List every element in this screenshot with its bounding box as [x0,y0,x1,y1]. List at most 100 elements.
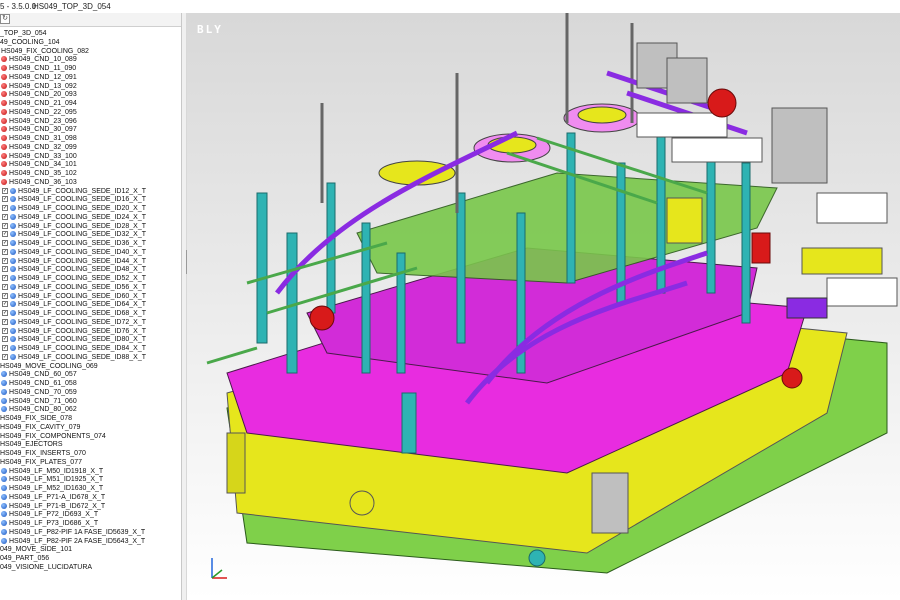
visibility-checkbox[interactable]: ✓ [2,283,8,290]
tree-row-label: HS049_CND_20_093 [9,91,77,99]
visibility-checkbox[interactable]: ✓ [2,266,8,273]
tree-row-label: HS049_LF_P71-A_ID678_X_T [9,493,106,501]
tree-row-label: HS049_LF_P82-PIF 1A FASE_ID5639_X_T [9,528,146,536]
part-blue-icon [1,380,7,386]
visibility-checkbox[interactable]: ✓ [2,292,8,299]
part-blue-icon [10,266,16,273]
part-red-icon [1,108,7,115]
tree-row-label: 049_PART_056 [0,555,50,562]
part-blue-icon [1,520,7,526]
part-red-icon [1,73,7,80]
part-blue-icon [10,231,16,238]
part-red-icon [1,161,7,168]
visibility-checkbox[interactable]: ✓ [2,222,8,229]
part-blue-icon [10,353,16,360]
yellow-disc [577,106,627,124]
model-tree[interactable]: _TOP_3D_054 49_COOLING_104 HS049_FIX_COOLI… [0,27,181,600]
part-red-icon [1,126,7,133]
part-blue-icon [1,371,7,378]
tree-row-label: HS049_FIX_SIDE_078 [0,415,72,422]
tree-row-label: HS049_LF_COOLING_SEDE_ID40_X_T [18,248,147,256]
tree-row-label: HS049_LF_COOLING_SEDE_ID16_X_T [18,196,147,204]
tree-row-label: _TOP_3D_054 [0,30,47,37]
visibility-checkbox[interactable]: ✓ [2,248,8,255]
part-blue-icon [1,493,7,500]
axis-triad [211,558,227,579]
tree-row-label: HS049_LF_COOLING_SEDE_ID12_X_T [18,187,147,195]
tree-row-label: HS049_CND_22_095 [9,108,77,116]
tree-row-label: HS049_CND_30_097 [9,126,77,134]
part-blue-icon [1,388,7,395]
tree-row-label: HS049_CND_23_096 [9,117,77,125]
tree-row-label: HS049_CND_11_090 [9,65,77,72]
visibility-checkbox[interactable]: ✓ [2,318,8,325]
tree-row-label: HS049_FIX_COOLING_082 [1,47,89,55]
tree-row-label: HS049_FIX_PLATES_077 [0,458,82,466]
visibility-checkbox[interactable]: ✓ [2,240,8,246]
tree-row-label: 049_VISIONE_LUCIDATURA [0,563,93,571]
part-blue-icon [1,476,7,483]
tree-row-label: HS049_LF_COOLING_SEDE_ID64_X_T [18,301,147,309]
visibility-checkbox[interactable]: ✓ [2,205,8,211]
tree-row-label: HS049_LF_P72_ID693_X_T [9,511,99,519]
visibility-checkbox[interactable]: ✓ [2,336,8,343]
part-blue-icon [10,318,16,325]
part-blue-icon [10,292,16,299]
part-blue-icon [1,406,7,413]
part-blue-icon [10,196,16,203]
part-red-icon [1,56,7,63]
refresh-icon: ↻ [2,15,8,22]
tree-row-label: HS049_LF_COOLING_SEDE_ID48_X_T [18,266,147,274]
tree-row-label: HS049_CND_10_089 [9,56,77,64]
part-red-icon [1,178,7,185]
tree-row-label: HS049_LF_COOLING_SEDE_ID36_X_T [18,240,147,247]
tree-row-label: HS049_LF_COOLING_SEDE_ID68_X_T [18,310,147,317]
tree-row-label: HS049_CND_35_102 [9,170,77,177]
part-red-icon [1,65,7,71]
refresh-button[interactable]: ↻ [0,14,10,24]
part-blue-icon [1,467,7,474]
visibility-checkbox[interactable]: ✓ [2,310,8,316]
part-blue-icon [1,511,7,518]
tree-row-label: HS049_CND_13_092 [9,82,77,90]
part-blue-icon [10,248,16,255]
visibility-checkbox[interactable]: ✓ [2,327,8,334]
tree-row-label: 049_MOVE_SIDE_101 [0,546,72,554]
tree-row-label: HS049_LF_P73_ID686_X_T [9,520,99,527]
tree-row-label: HS049_CND_21_094 [9,100,77,107]
tree-row-label: HS049_LF_M51_ID1925_X_T [9,476,104,484]
visibility-checkbox[interactable]: ✓ [2,213,8,220]
visibility-checkbox[interactable]: ✓ [2,257,8,264]
visibility-checkbox[interactable]: ✓ [2,187,8,194]
visibility-checkbox[interactable]: ✓ [2,231,8,238]
tree-row-label: HS049_FIX_COMPONENTS_074 [0,432,106,440]
visibility-checkbox[interactable]: ✓ [2,196,8,203]
tree-row-label: HS049_LF_COOLING_SEDE_ID84_X_T [18,345,147,352]
tree-row-label: HS049_CND_80_062 [9,406,77,414]
visibility-checkbox[interactable]: ✓ [2,301,8,308]
part-blue-icon [1,502,7,509]
tree-row-label: HS049_LF_COOLING_SEDE_ID60_X_T [18,292,147,300]
mold-3d-model [206,13,898,579]
3d-viewport[interactable]: BLY [187,13,900,600]
part-blue-icon [1,537,7,544]
part-blue-icon [10,275,16,281]
tree-row-label: HS049_CND_60_057 [9,371,77,379]
tree-row-label: HS049_CND_32_099 [9,143,77,151]
part-blue-icon [10,187,16,194]
visibility-checkbox[interactable]: ✓ [2,353,8,360]
part-red-icon [1,82,7,89]
visibility-checkbox[interactable]: ✓ [2,275,8,281]
part-blue-icon [10,257,16,264]
tree-row-label: HS049_CND_70_059 [9,388,77,396]
tree-row-label: HS049_CND_36_103 [9,178,77,186]
part-blue-icon [10,345,16,351]
app-version: 5 - 3.5.0.0 [0,2,37,11]
visibility-checkbox[interactable]: ✓ [2,345,8,351]
part-red-icon [1,170,7,176]
tree-row-label: HS049_CND_61_058 [9,380,77,387]
tree-row-label: 49_COOLING_104 [0,38,60,46]
part-blue-icon [10,205,16,211]
tree-row-label: HS049_LF_COOLING_SEDE_ID24_X_T [18,213,147,221]
part-blue-icon [10,240,16,246]
